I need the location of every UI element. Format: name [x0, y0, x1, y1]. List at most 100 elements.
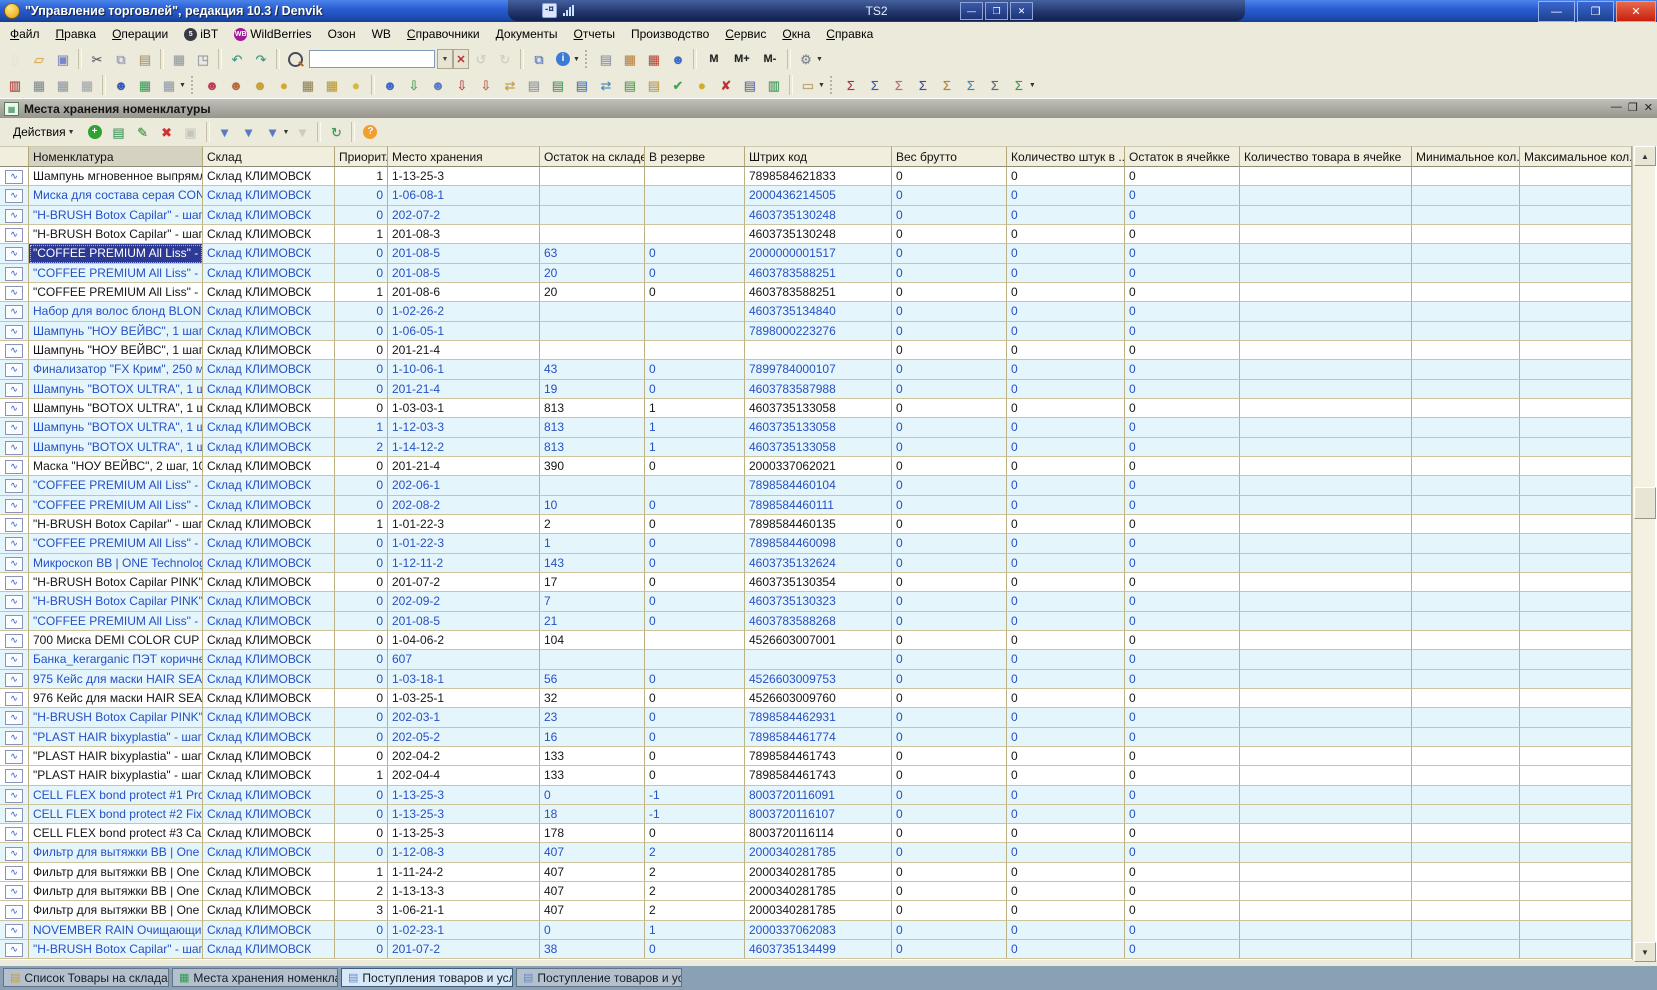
cell-name[interactable]: Шампунь "НОУ ВЕЙВС", 1 шаг, 2... — [29, 322, 203, 341]
cell-sklad[interactable]: Склад КЛИМОВСК — [203, 573, 335, 592]
cell-min_qty[interactable] — [1412, 283, 1520, 302]
cell-stock[interactable] — [540, 167, 645, 186]
cell-sklad[interactable]: Склад КЛИМОВСК — [203, 225, 335, 244]
cell-icon[interactable]: ∿ — [0, 863, 29, 882]
cell-pack_qty[interactable]: 0 — [1007, 496, 1125, 515]
cell-stock[interactable]: 21 — [540, 612, 645, 631]
cell-location[interactable]: 1-13-25-3 — [388, 786, 540, 805]
cell-pack_qty[interactable]: 0 — [1007, 786, 1125, 805]
cell-sklad[interactable]: Склад КЛИМОВСК — [203, 244, 335, 263]
child-minimize-button[interactable]: — — [1611, 101, 1622, 114]
cell-max_qty[interactable] — [1520, 843, 1632, 862]
cell-max_qty[interactable] — [1520, 302, 1632, 321]
cell-min_qty[interactable] — [1412, 380, 1520, 399]
menu-item-справочники[interactable]: Справочники — [399, 24, 488, 44]
document-add-icon[interactable]: ▤ — [619, 74, 641, 96]
cell-sklad[interactable]: Склад КЛИМОВСК — [203, 380, 335, 399]
cell-location[interactable]: 1-13-25-3 — [388, 167, 540, 186]
undo-icon[interactable]: ↶ — [226, 48, 248, 70]
cell-priority[interactable]: 2 — [335, 438, 388, 457]
cell-location[interactable]: 201-08-5 — [388, 264, 540, 283]
actions-menu-button[interactable]: Действия ▼ — [6, 121, 83, 143]
cell-barcode[interactable]: 4603735130248 — [745, 225, 892, 244]
cell-barcode[interactable]: 4526603009753 — [745, 670, 892, 689]
cell-barcode[interactable]: 8003720116091 — [745, 786, 892, 805]
cell-sklad[interactable]: Склад КЛИМОВСК — [203, 302, 335, 321]
cell-barcode[interactable]: 4603735133058 — [745, 438, 892, 457]
cell-pack_qty[interactable]: 0 — [1007, 186, 1125, 205]
cell-reserve[interactable] — [645, 322, 745, 341]
cell-priority[interactable]: 0 — [335, 824, 388, 843]
cell-gross[interactable]: 0 — [892, 244, 1007, 263]
cell-reserve[interactable]: 1 — [645, 921, 745, 940]
cell-pack_qty[interactable]: 0 — [1007, 901, 1125, 920]
minimize-button[interactable]: — — [1538, 1, 1575, 22]
menu-item-отчеты[interactable]: Отчеты — [566, 24, 624, 44]
cell-max_qty[interactable] — [1520, 786, 1632, 805]
cell-icon[interactable]: ∿ — [0, 650, 29, 669]
cell-location[interactable]: 1-12-11-2 — [388, 554, 540, 573]
cell-cell_stock[interactable]: 0 — [1125, 805, 1240, 824]
cell-max_qty[interactable] — [1520, 805, 1632, 824]
cell-stock[interactable]: 19 — [540, 380, 645, 399]
cell-priority[interactable]: 0 — [335, 496, 388, 515]
customer-coins-icon[interactable]: ● — [273, 74, 295, 96]
cell-priority[interactable]: 0 — [335, 631, 388, 650]
cell-priority[interactable]: 1 — [335, 418, 388, 437]
menu-item-озон[interactable]: Озон — [320, 24, 364, 44]
cell-icon[interactable]: ∿ — [0, 418, 29, 437]
cell-name[interactable]: "COFFEE PREMIUM All Liss" - шаг... — [29, 496, 203, 515]
cell-cell_stock[interactable]: 0 — [1125, 476, 1240, 495]
cell-reserve[interactable] — [645, 341, 745, 360]
cell-icon[interactable]: ∿ — [0, 901, 29, 920]
cell-name[interactable]: Шампунь "BOTOX ULTRA", 1 ша... — [29, 380, 203, 399]
find-icon[interactable] — [284, 48, 306, 70]
cell-reserve[interactable]: 0 — [645, 360, 745, 379]
cell-priority[interactable]: 0 — [335, 728, 388, 747]
user-permissions-icon[interactable]: ☻ — [667, 48, 689, 70]
cell-max_qty[interactable] — [1520, 573, 1632, 592]
cell-icon[interactable]: ∿ — [0, 612, 29, 631]
cell-min_qty[interactable] — [1412, 341, 1520, 360]
cell-stock[interactable]: 178 — [540, 824, 645, 843]
cell-cell_qty[interactable] — [1240, 766, 1412, 785]
cell-stock[interactable] — [540, 341, 645, 360]
cell-max_qty[interactable] — [1520, 708, 1632, 727]
cell-max_qty[interactable] — [1520, 418, 1632, 437]
cell-name[interactable]: CELL FLEX bond protect #1 Protec... — [29, 786, 203, 805]
cell-name[interactable]: "H-BRUSH Botox Capilar PINK" - ... — [29, 573, 203, 592]
menu-item-wb[interactable]: WB — [364, 24, 399, 44]
cell-barcode[interactable]: 7898584462931 — [745, 708, 892, 727]
cell-min_qty[interactable] — [1412, 843, 1520, 862]
cell-min_qty[interactable] — [1412, 805, 1520, 824]
cell-cell_stock[interactable]: 0 — [1125, 708, 1240, 727]
cell-pack_qty[interactable]: 0 — [1007, 592, 1125, 611]
cell-gross[interactable]: 0 — [892, 360, 1007, 379]
cell-name[interactable]: CELL FLEX bond protect #2 Fixing,... — [29, 805, 203, 824]
open-icon[interactable]: ▱ — [28, 48, 50, 70]
cell-min_qty[interactable] — [1412, 302, 1520, 321]
cell-barcode[interactable]: 2000000001517 — [745, 244, 892, 263]
cell-reserve[interactable]: 0 — [645, 670, 745, 689]
cell-cell_stock[interactable]: 0 — [1125, 496, 1240, 515]
cell-priority[interactable]: 0 — [335, 573, 388, 592]
cell-pack_qty[interactable]: 0 — [1007, 264, 1125, 283]
window-tab-4[interactable]: ▤Поступление товаров и услу... — [516, 968, 682, 987]
cell-cell_qty[interactable] — [1240, 515, 1412, 534]
cell-location[interactable]: 202-09-2 — [388, 592, 540, 611]
cell-max_qty[interactable] — [1520, 670, 1632, 689]
cell-location[interactable]: 1-04-06-2 — [388, 631, 540, 650]
cell-name[interactable]: "H-BRUSH Botox Capilar" - шаг 2 ... — [29, 225, 203, 244]
cell-cell_qty[interactable] — [1240, 631, 1412, 650]
cell-gross[interactable]: 0 — [892, 592, 1007, 611]
cell-reserve[interactable]: 2 — [645, 843, 745, 862]
edit-button[interactable]: ✎ — [132, 121, 154, 143]
cell-pack_qty[interactable]: 0 — [1007, 341, 1125, 360]
cell-min_qty[interactable] — [1412, 689, 1520, 708]
return-supplier-icon[interactable]: ⇩ — [451, 74, 473, 96]
building-gold-icon[interactable]: ▦ — [321, 74, 343, 96]
menu-item-окна[interactable]: Окна — [774, 24, 818, 44]
cell-min_qty[interactable] — [1412, 747, 1520, 766]
cell-min_qty[interactable] — [1412, 554, 1520, 573]
table-row[interactable]: ∿"PLAST HAIR bixyplastia" - шаг 1 ...Скл… — [0, 747, 1632, 766]
